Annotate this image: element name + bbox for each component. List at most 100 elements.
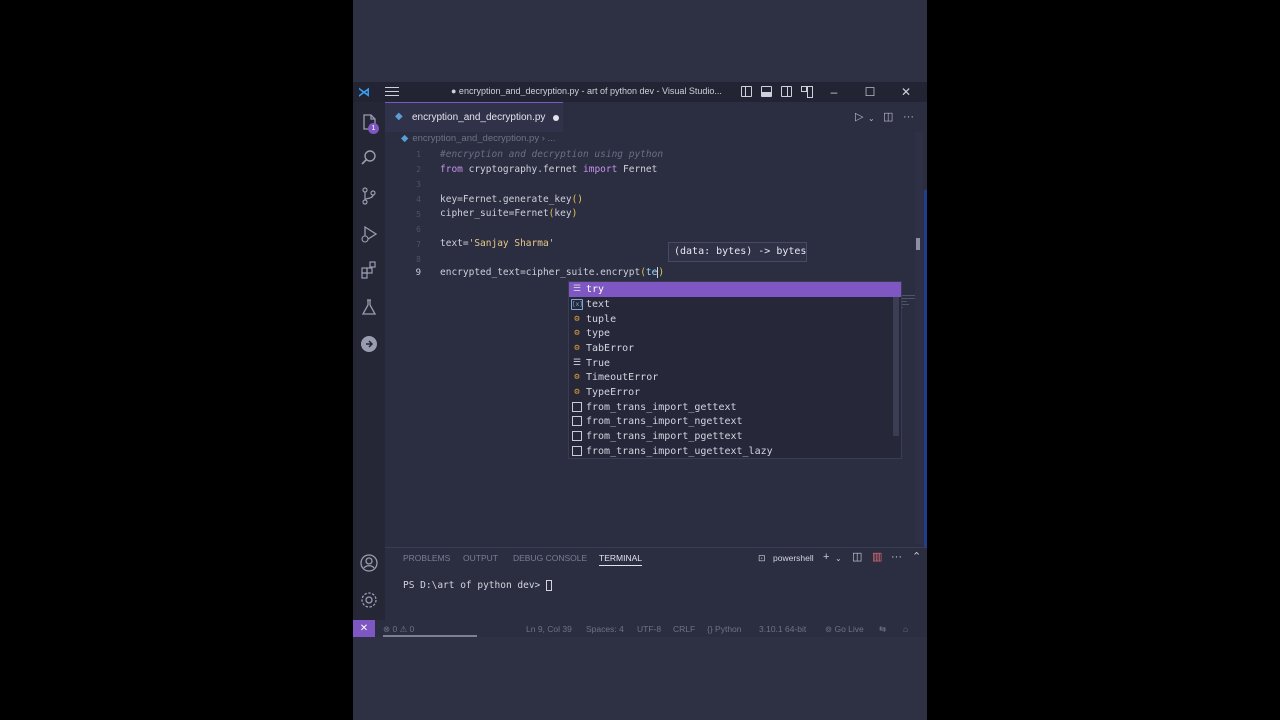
language-mode[interactable]: {} Python: [707, 624, 742, 634]
suggestion-item[interactable]: ☰ try: [569, 282, 901, 297]
testing-icon[interactable]: [359, 297, 379, 317]
toggle-panel-icon[interactable]: [761, 86, 772, 97]
suggestion-item[interactable]: from_trans_import_ngettext: [569, 414, 901, 429]
hamburger-menu-icon[interactable]: [385, 84, 399, 98]
suggestion-item[interactable]: ⚙ tuple: [569, 312, 901, 327]
terminal-cursor: [546, 580, 552, 591]
source-control-icon[interactable]: [359, 186, 379, 206]
title-bar: ⋊ ● encryption_and_decryption.py - art o…: [353, 82, 927, 102]
suggestion-item[interactable]: ⚙ TabError: [569, 341, 901, 356]
kill-terminal-icon[interactable]: ▥: [872, 551, 882, 563]
cursor-position[interactable]: Ln 9, Col 39: [526, 624, 572, 634]
vscode-logo-icon: ⋊: [358, 85, 370, 99]
explorer-badge: 1: [368, 123, 379, 134]
line-number: 5: [416, 210, 421, 219]
suggestion-item[interactable]: ⚙ TimeoutError: [569, 370, 901, 385]
vscode-window: ⋊ ● encryption_and_decryption.py - art o…: [353, 0, 927, 720]
terminal-dropdown-icon[interactable]: ⌄: [835, 553, 842, 565]
toggle-primary-sidebar-icon[interactable]: [741, 86, 752, 97]
split-editor-icon[interactable]: ◫: [883, 111, 893, 123]
account-icon[interactable]: [359, 553, 379, 573]
suggestion-item[interactable]: from_trans_import_ugettext_lazy: [569, 444, 901, 459]
scrollbar-thumb[interactable]: [916, 238, 920, 250]
code-line-2[interactable]: from cryptography.fernet import Fernet: [440, 164, 657, 175]
editor-tab-bar: ◆ encryption_and_decryption.py ▷ ⌄ ◫ ···: [385, 102, 927, 132]
problems-count: 0 ⚠ 0: [392, 624, 415, 634]
text-icon: [572, 446, 582, 456]
breadcrumb-more[interactable]: ...: [548, 133, 556, 144]
maximize-button[interactable]: ☐: [863, 84, 877, 100]
gitlens-icon[interactable]: [359, 334, 379, 354]
minimize-button[interactable]: –: [827, 84, 841, 100]
terminal-prompt: PS D:\art of python dev>: [403, 580, 546, 591]
status-bar: ✕ ⊗ 0 ⚠ 0 Ln 9, Col 39 Spaces: 4 UTF-8 C…: [353, 620, 927, 637]
customize-layout-icon[interactable]: [801, 86, 813, 98]
run-debug-icon[interactable]: [359, 224, 379, 244]
run-dropdown-icon[interactable]: ⌄: [868, 113, 875, 125]
python-interpreter[interactable]: 3.10.1 64-bit: [759, 624, 806, 634]
settings-gear-icon[interactable]: [359, 590, 379, 610]
class-icon: ⚙: [574, 387, 580, 397]
suggestion-item[interactable]: ⚙ TypeError: [569, 385, 901, 400]
line-number-active: 9: [415, 268, 421, 278]
suggestion-item[interactable]: from_trans_import_gettext: [569, 400, 901, 415]
keyword-icon: ☰: [572, 284, 582, 294]
remote-indicator-icon[interactable]: ✕: [353, 620, 375, 637]
window-title: ● encryption_and_decryption.py - art of …: [451, 86, 722, 96]
breadcrumb[interactable]: ◆ encryption_and_decryption.py › ...: [401, 133, 555, 147]
maximize-panel-icon[interactable]: ⌃: [912, 551, 921, 563]
suggestion-item[interactable]: [x] text: [569, 297, 901, 312]
problems-status[interactable]: ⊗ 0 ⚠ 0: [383, 624, 414, 635]
terminal-name[interactable]: powershell: [773, 553, 814, 563]
suggestion-item[interactable]: ☰ True: [569, 356, 901, 371]
tab-terminal[interactable]: TERMINAL: [599, 553, 642, 566]
language-label: Python: [715, 624, 742, 634]
go-live-label: Go Live: [834, 624, 864, 634]
unsaved-dot-icon[interactable]: [553, 115, 559, 121]
suggestion-item[interactable]: from_trans_import_pgettext: [569, 429, 901, 444]
class-icon: ⚙: [574, 372, 580, 382]
more-actions-icon[interactable]: ···: [891, 551, 902, 563]
split-terminal-icon[interactable]: ◫: [852, 551, 862, 563]
bottom-panel: PROBLEMS OUTPUT DEBUG CONSOLE TERMINAL ⊡…: [385, 547, 927, 620]
code-line-1[interactable]: #encryption and decryption using python: [440, 149, 663, 160]
line-number: 7: [416, 240, 421, 249]
terminal-output[interactable]: PS D:\art of python dev>: [403, 580, 552, 591]
suggestion-list[interactable]: ☰ try [x] text ⚙ tuple ⚙ type ⚙ TabError ☰ Tru…: [568, 281, 902, 459]
text-icon: [572, 402, 582, 412]
code-line-9[interactable]: encrypted_text=cipher_suite.encrypt(te): [440, 267, 664, 278]
extensions-icon[interactable]: [359, 260, 379, 280]
video-letterbox-top: [353, 0, 927, 82]
progress-bar: [383, 635, 477, 637]
new-terminal-icon[interactable]: +: [823, 551, 829, 563]
code-line-7[interactable]: text='Sanjay Sharma': [440, 238, 554, 249]
code-line-4[interactable]: key=Fernet.generate_key(): [440, 194, 583, 205]
close-window-button[interactable]: ✕: [899, 84, 913, 100]
class-icon: ⚙: [574, 314, 580, 324]
notifications-bell-icon[interactable]: ⌂: [903, 624, 908, 634]
signature-help-tooltip: (data: bytes) -> bytes: [668, 242, 807, 262]
python-file-icon: ◆: [395, 111, 403, 122]
line-number: 1: [416, 150, 421, 159]
go-live[interactable]: ⊚ Go Live: [825, 624, 864, 635]
feedback-icon[interactable]: ⇆: [879, 624, 886, 635]
tab-output[interactable]: OUTPUT: [463, 553, 498, 563]
editor-scrollbar[interactable]: [915, 132, 923, 544]
more-actions-icon[interactable]: ···: [903, 111, 914, 123]
code-line-5[interactable]: cipher_suite=Fernet(key): [440, 208, 577, 219]
python-file-icon: ◆: [401, 133, 409, 144]
tab-debug-console[interactable]: DEBUG CONSOLE: [513, 553, 587, 563]
end-of-line[interactable]: CRLF: [673, 624, 695, 634]
terminal-shell-icon: ⊡: [758, 553, 766, 563]
run-python-file-icon[interactable]: ▷: [855, 111, 863, 123]
search-icon[interactable]: [359, 148, 379, 168]
encoding[interactable]: UTF-8: [637, 624, 661, 634]
indentation[interactable]: Spaces: 4: [586, 624, 624, 634]
toggle-secondary-sidebar-icon[interactable]: [781, 86, 792, 97]
breadcrumb-file[interactable]: encryption_and_decryption.py: [412, 133, 539, 144]
class-icon: ⚙: [574, 343, 580, 353]
suggestion-item[interactable]: ⚙ type: [569, 326, 901, 341]
tab-problems[interactable]: PROBLEMS: [403, 553, 450, 563]
variable-icon: [x]: [571, 299, 583, 310]
tab-encryption-and-decryption[interactable]: ◆ encryption_and_decryption.py: [385, 102, 563, 132]
